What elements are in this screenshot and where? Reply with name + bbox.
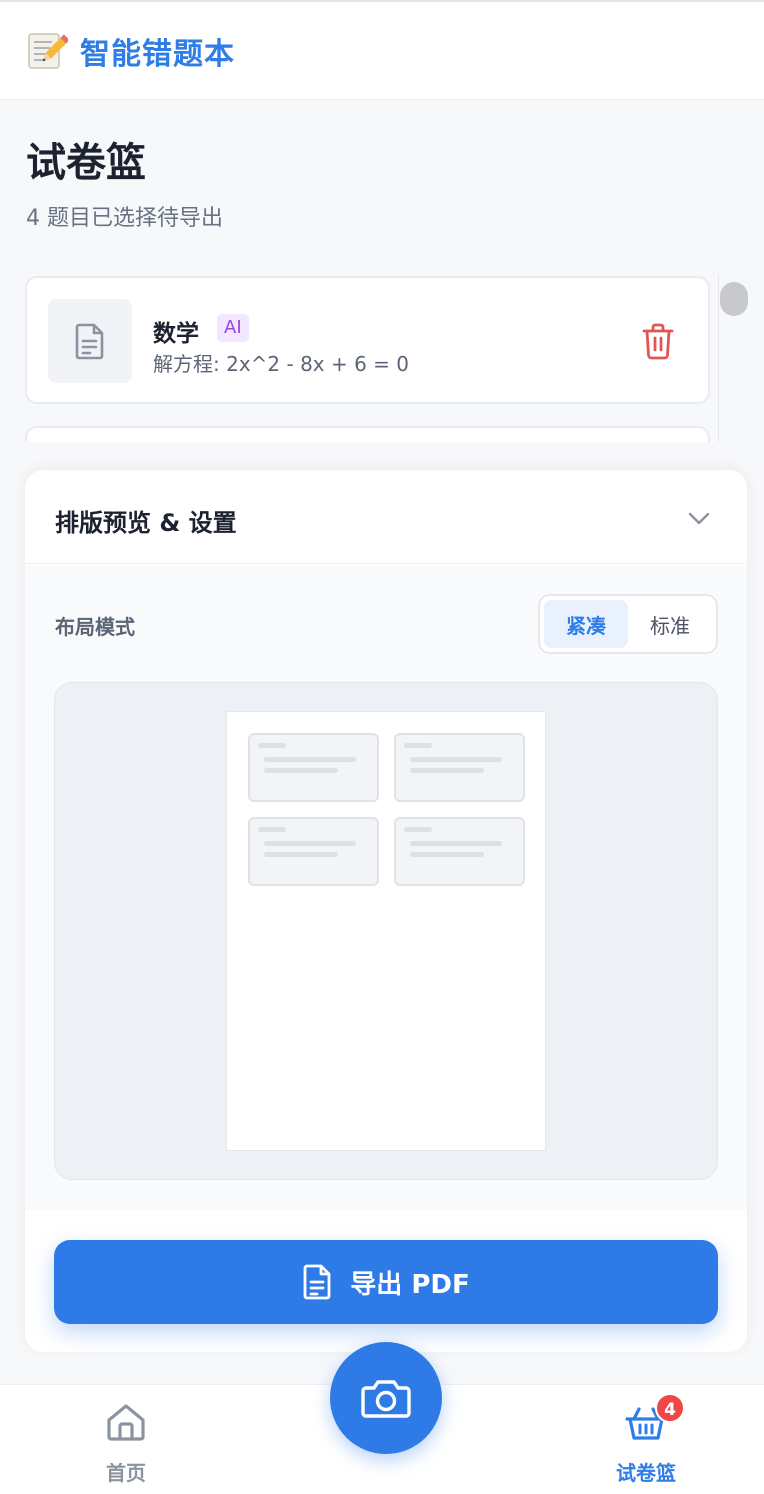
panel-header[interactable]: 排版预览 & 设置 xyxy=(25,470,747,564)
nav-basket-label: 试卷篮 xyxy=(616,1461,676,1485)
question-thumbnail xyxy=(48,299,132,383)
file-text-icon xyxy=(303,1264,331,1300)
preview-page xyxy=(226,711,546,1151)
export-pdf-label: 导出 PDF xyxy=(350,1269,470,1300)
memo-pencil-icon xyxy=(28,32,68,69)
trash-icon[interactable] xyxy=(641,322,675,360)
nav-home[interactable]: 首页 xyxy=(66,1385,186,1494)
page-title: 试卷篮 xyxy=(26,140,146,186)
preview-question-block xyxy=(248,733,379,802)
chevron-down-icon[interactable] xyxy=(687,506,711,530)
preview-question-block xyxy=(248,817,379,886)
nav-basket[interactable]: 4 试卷篮 xyxy=(586,1385,706,1494)
layout-option-compact[interactable]: 紧凑 xyxy=(544,600,628,648)
question-subject: 数学 xyxy=(153,321,199,347)
layout-option-standard[interactable]: 标准 xyxy=(628,600,712,648)
camera-button[interactable] xyxy=(330,1342,442,1454)
preview-question-block xyxy=(394,733,525,802)
question-card[interactable]: 数学 AI 解方程: 2x^2 - 8x + 6 = 0 xyxy=(25,276,710,404)
basket-count-badge: 4 xyxy=(655,1393,685,1423)
page-subtitle: 4 题目已选择待导出 xyxy=(26,206,223,231)
nav-home-label: 首页 xyxy=(106,1461,146,1485)
layout-mode-toggle: 紧凑 标准 xyxy=(538,594,718,654)
question-card[interactable] xyxy=(25,426,710,442)
layout-settings-panel: 排版预览 & 设置 布局模式 紧凑 标准 导出 PDF xyxy=(25,470,747,1352)
preview-question-block xyxy=(394,817,525,886)
question-text: 解方程: 2x^2 - 8x + 6 = 0 xyxy=(153,352,410,376)
document-icon xyxy=(75,323,104,360)
panel-body: 布局模式 紧凑 标准 xyxy=(25,565,747,1210)
app-title: 智能错题本 xyxy=(80,36,235,72)
scrollbar-thumb[interactable] xyxy=(720,282,748,316)
home-icon xyxy=(107,1404,145,1441)
panel-title: 排版预览 & 设置 xyxy=(55,509,237,537)
layout-mode-label: 布局模式 xyxy=(55,615,135,639)
app-header: 智能错题本 xyxy=(0,2,764,100)
camera-icon xyxy=(361,1380,411,1418)
question-list[interactable]: 数学 AI 解方程: 2x^2 - 8x + 6 = 0 xyxy=(0,262,764,442)
layout-preview xyxy=(54,682,718,1180)
ai-badge: AI xyxy=(217,314,249,342)
export-pdf-button[interactable]: 导出 PDF xyxy=(54,1240,718,1324)
